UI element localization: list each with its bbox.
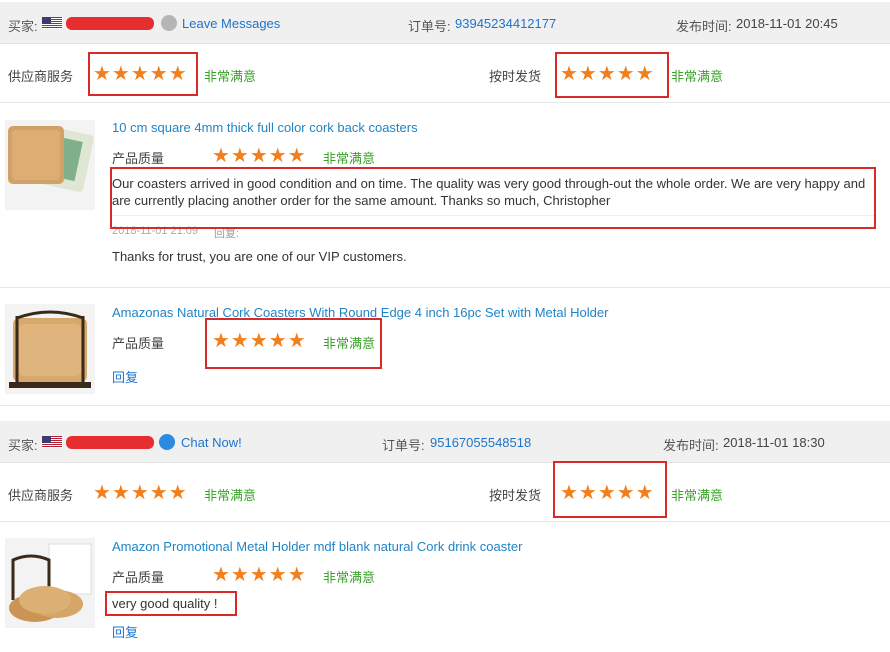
highlight-box <box>105 591 237 616</box>
service-rating-row: 供应商服务 ★★★★★ 非常满意 按时发货 ★★★★★ 非常满意 <box>0 464 890 522</box>
order-number-label: 订单号: <box>408 19 451 34</box>
cork-coaster-holder-image <box>5 304 95 394</box>
order-header: 买家: Leave Messages 订单号: 93945234412177 发… <box>0 2 890 44</box>
highlight-box <box>110 167 876 229</box>
product-review: Amazonas Natural Cork Coasters With Roun… <box>0 288 890 406</box>
product-quality-stars: ★★★★★ <box>212 145 307 167</box>
order-number-label: 订单号: <box>382 438 425 453</box>
buyer-label: 买家: <box>8 438 38 453</box>
product-quality-stars: ★★★★★ <box>212 564 307 586</box>
buyer-label: 买家: <box>8 19 38 34</box>
publish-time: 2018-11-01 20:45 <box>736 16 838 31</box>
buyer-name-redacted <box>66 436 154 449</box>
leave-messages-link[interactable]: Leave Messages <box>182 16 280 31</box>
highlight-box <box>88 52 198 96</box>
message-icon[interactable] <box>161 15 177 31</box>
product-quality-text: 非常满意 <box>323 151 376 166</box>
order-number-link[interactable]: 93945234412177 <box>455 16 556 31</box>
on-time-text: 非常满意 <box>671 69 724 84</box>
publish-time-label: 发布时间: <box>663 438 719 453</box>
highlight-box <box>553 461 667 518</box>
us-flag-icon <box>42 17 62 29</box>
reply-link[interactable]: 回复 <box>112 622 138 641</box>
supplier-service-label: 供应商服务 <box>8 69 74 84</box>
highlight-box <box>555 52 669 98</box>
order-header: 买家: Chat Now! 订单号: 95167055548518 发布时间: … <box>0 421 890 463</box>
publish-time-label: 发布时间: <box>676 19 732 34</box>
product-quality-label: 产品质量 <box>112 336 165 351</box>
product-thumbnail[interactable] <box>5 304 95 394</box>
product-quality-label: 产品质量 <box>112 570 165 585</box>
product-quality-text: 非常满意 <box>323 570 376 585</box>
on-time-text: 非常满意 <box>671 488 724 503</box>
chat-now-link[interactable]: Chat Now! <box>181 435 242 450</box>
product-thumbnail[interactable] <box>5 120 95 210</box>
publish-time: 2018-11-01 18:30 <box>723 435 825 450</box>
supplier-service-text: 非常满意 <box>204 69 257 84</box>
product-thumbnail[interactable] <box>5 538 95 628</box>
supplier-service-stars: ★★★★★ <box>93 482 188 504</box>
order-number-link[interactable]: 95167055548518 <box>430 435 531 450</box>
cork-coaster-image <box>5 120 95 210</box>
supplier-service-label: 供应商服务 <box>8 488 74 503</box>
product-review: Amazon Promotional Metal Holder mdf blan… <box>0 522 890 652</box>
us-flag-icon <box>42 436 62 448</box>
on-time-label: 按时发货 <box>489 488 542 503</box>
product-title-link[interactable]: 10 cm square 4mm thick full color cork b… <box>112 120 418 135</box>
highlight-box <box>205 318 382 369</box>
on-time-label: 按时发货 <box>489 69 542 84</box>
chat-icon[interactable] <box>159 434 175 450</box>
reply-link[interactable]: 回复 <box>112 367 138 386</box>
cork-coaster-mdf-image <box>5 538 95 628</box>
supplier-service-text: 非常满意 <box>204 488 257 503</box>
seller-reply-text: Thanks for trust, you are one of our VIP… <box>112 249 407 264</box>
product-quality-label: 产品质量 <box>112 151 165 166</box>
product-title-link[interactable]: Amazon Promotional Metal Holder mdf blan… <box>112 539 522 554</box>
buyer-name-redacted <box>66 17 154 30</box>
